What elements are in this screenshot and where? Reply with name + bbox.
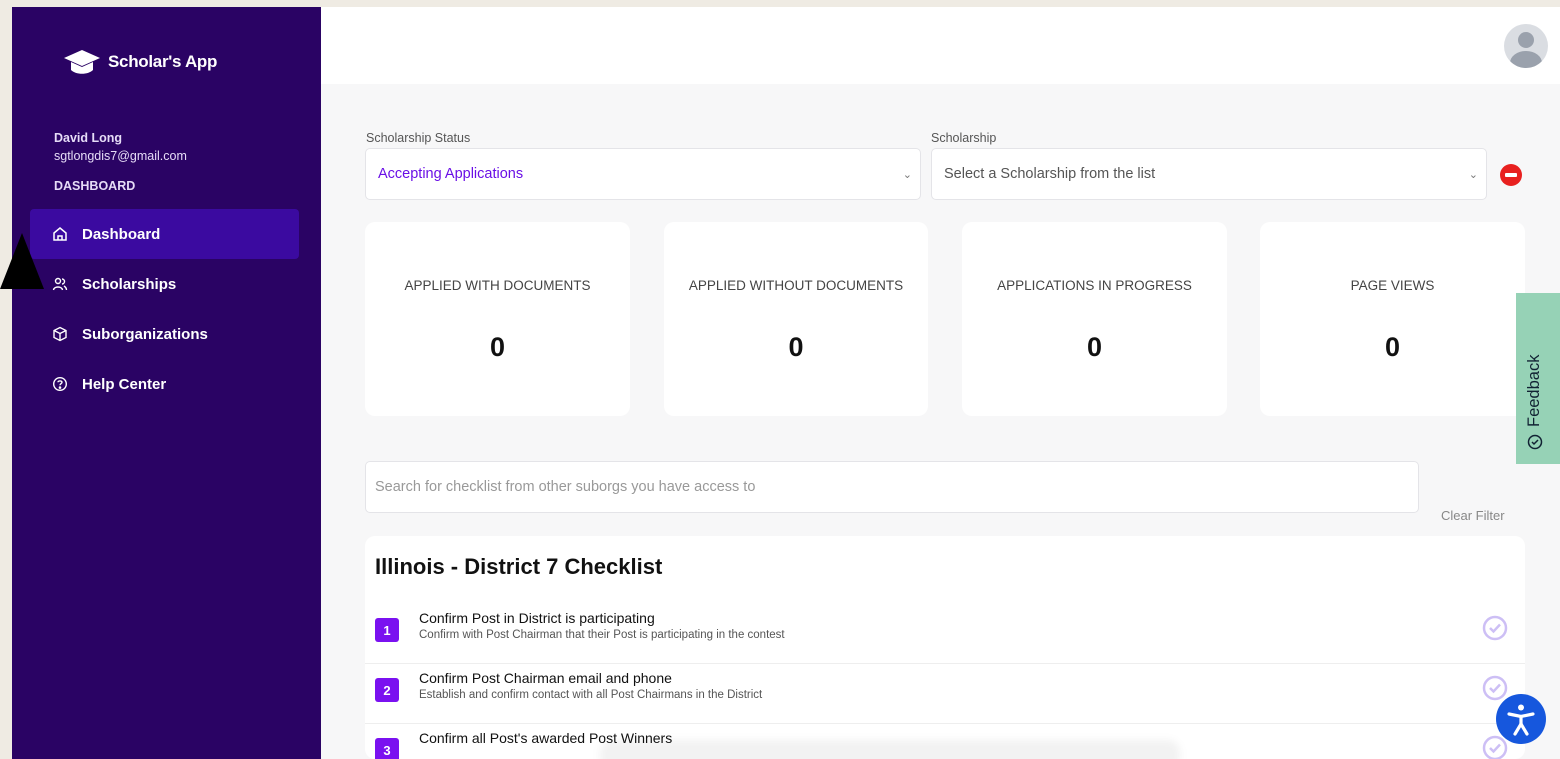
sidebar-item-label: Suborganizations xyxy=(82,325,208,343)
checklist-item-title: Confirm Post in District is participatin… xyxy=(419,610,655,626)
user-email: sgtlongdis7@gmail.com xyxy=(54,149,187,163)
scholarship-select[interactable]: Select a Scholarship from the list ⌄ xyxy=(931,148,1487,200)
stat-card: APPLIED WITHOUT DOCUMENTS 0 xyxy=(664,222,928,416)
checklist-search-input[interactable]: Search for checklist from other suborgs … xyxy=(365,461,1419,513)
sidebar-item-label: Scholarships xyxy=(82,275,177,293)
checklist-item-description: Confirm with Post Chairman that their Po… xyxy=(419,629,785,641)
feedback-tab[interactable]: Feedback xyxy=(1516,293,1560,464)
users-icon xyxy=(52,277,68,291)
accessibility-icon xyxy=(1507,704,1535,736)
feedback-label: Feedback xyxy=(1525,354,1543,427)
cube-icon xyxy=(53,326,67,342)
accessibility-button[interactable] xyxy=(1496,694,1546,744)
question-circle-icon xyxy=(52,376,68,392)
cursor-pointer-icon xyxy=(0,233,44,289)
stat-value: 0 xyxy=(489,332,506,362)
checklist-title: Illinois - District 7 Checklist xyxy=(375,554,663,579)
scholarship-status-select[interactable]: Accepting Applications ⌄ xyxy=(365,148,921,200)
user-name: David Long xyxy=(54,131,123,145)
scholarship-status-value: Accepting Applications xyxy=(378,166,524,182)
stat-card: APPLIED WITH DOCUMENTS 0 xyxy=(365,222,630,416)
scholarship-label: Scholarship xyxy=(931,131,997,145)
top-bar xyxy=(321,7,1560,84)
graduation-cap-icon xyxy=(64,50,100,74)
check-circle-icon[interactable] xyxy=(1481,614,1509,642)
sidebar-section-label: DASHBOARD xyxy=(54,179,136,193)
sidebar-item-scholarships[interactable]: Scholarships xyxy=(30,259,299,309)
stat-value: 0 xyxy=(788,332,804,362)
checklist-item-title: Confirm Post Chairman email and phone xyxy=(419,670,672,686)
chevron-down-icon: ⌄ xyxy=(902,169,912,181)
checklist-panel: Illinois - District 7 Checklist 1 Confir… xyxy=(365,536,1525,759)
sidebar-item-help-center[interactable]: Help Center xyxy=(30,359,299,409)
sidebar-item-dashboard[interactable]: Dashboard xyxy=(30,209,299,259)
stat-card: PAGE VIEWS 0 xyxy=(1260,222,1525,416)
stat-card: APPLICATIONS IN PROGRESS 0 xyxy=(962,222,1227,416)
remove-filter-button[interactable] xyxy=(1500,164,1522,186)
checklist-item[interactable]: 1 Confirm Post in District is participat… xyxy=(365,604,1525,664)
sidebar-item-suborganizations[interactable]: Suborganizations xyxy=(30,309,299,359)
scholarship-status-label: Scholarship Status xyxy=(366,131,471,145)
checklist-item-description: Establish and confirm contact with all P… xyxy=(419,689,763,701)
checklist-item[interactable]: 2 Confirm Post Chairman email and phone … xyxy=(365,664,1525,724)
toast-shadow xyxy=(600,740,1180,759)
user-avatar[interactable] xyxy=(1504,24,1548,68)
stat-label: APPLICATIONS IN PROGRESS xyxy=(997,278,1192,293)
stat-value: 0 xyxy=(1384,332,1401,362)
brand-logo[interactable]: Scholar's App xyxy=(62,46,217,78)
feedback-icon xyxy=(1527,434,1542,450)
stat-label: APPLIED WITH DOCUMENTS xyxy=(404,278,591,293)
checklist-item-number: 3 xyxy=(375,738,399,759)
home-icon xyxy=(53,227,67,241)
chevron-down-icon: ⌄ xyxy=(1468,169,1478,181)
sidebar-item-label: Help Center xyxy=(82,375,167,393)
sidebar-item-label: Dashboard xyxy=(82,225,161,243)
clear-filter-button[interactable]: Clear Filter xyxy=(1441,508,1505,523)
stat-label: PAGE VIEWS xyxy=(1350,278,1435,293)
stat-value: 0 xyxy=(1086,332,1103,362)
stat-label: APPLIED WITHOUT DOCUMENTS xyxy=(688,278,904,293)
checklist-item-number: 2 xyxy=(375,678,399,702)
sidebar: Scholar's App David Long sgtlongdis7@gma… xyxy=(12,7,321,759)
brand-name: Scholar's App xyxy=(108,52,218,71)
checklist-item-number: 1 xyxy=(375,618,399,642)
search-placeholder: Search for checklist from other suborgs … xyxy=(375,479,756,495)
scholarship-select-placeholder: Select a Scholarship from the list xyxy=(944,166,1156,182)
